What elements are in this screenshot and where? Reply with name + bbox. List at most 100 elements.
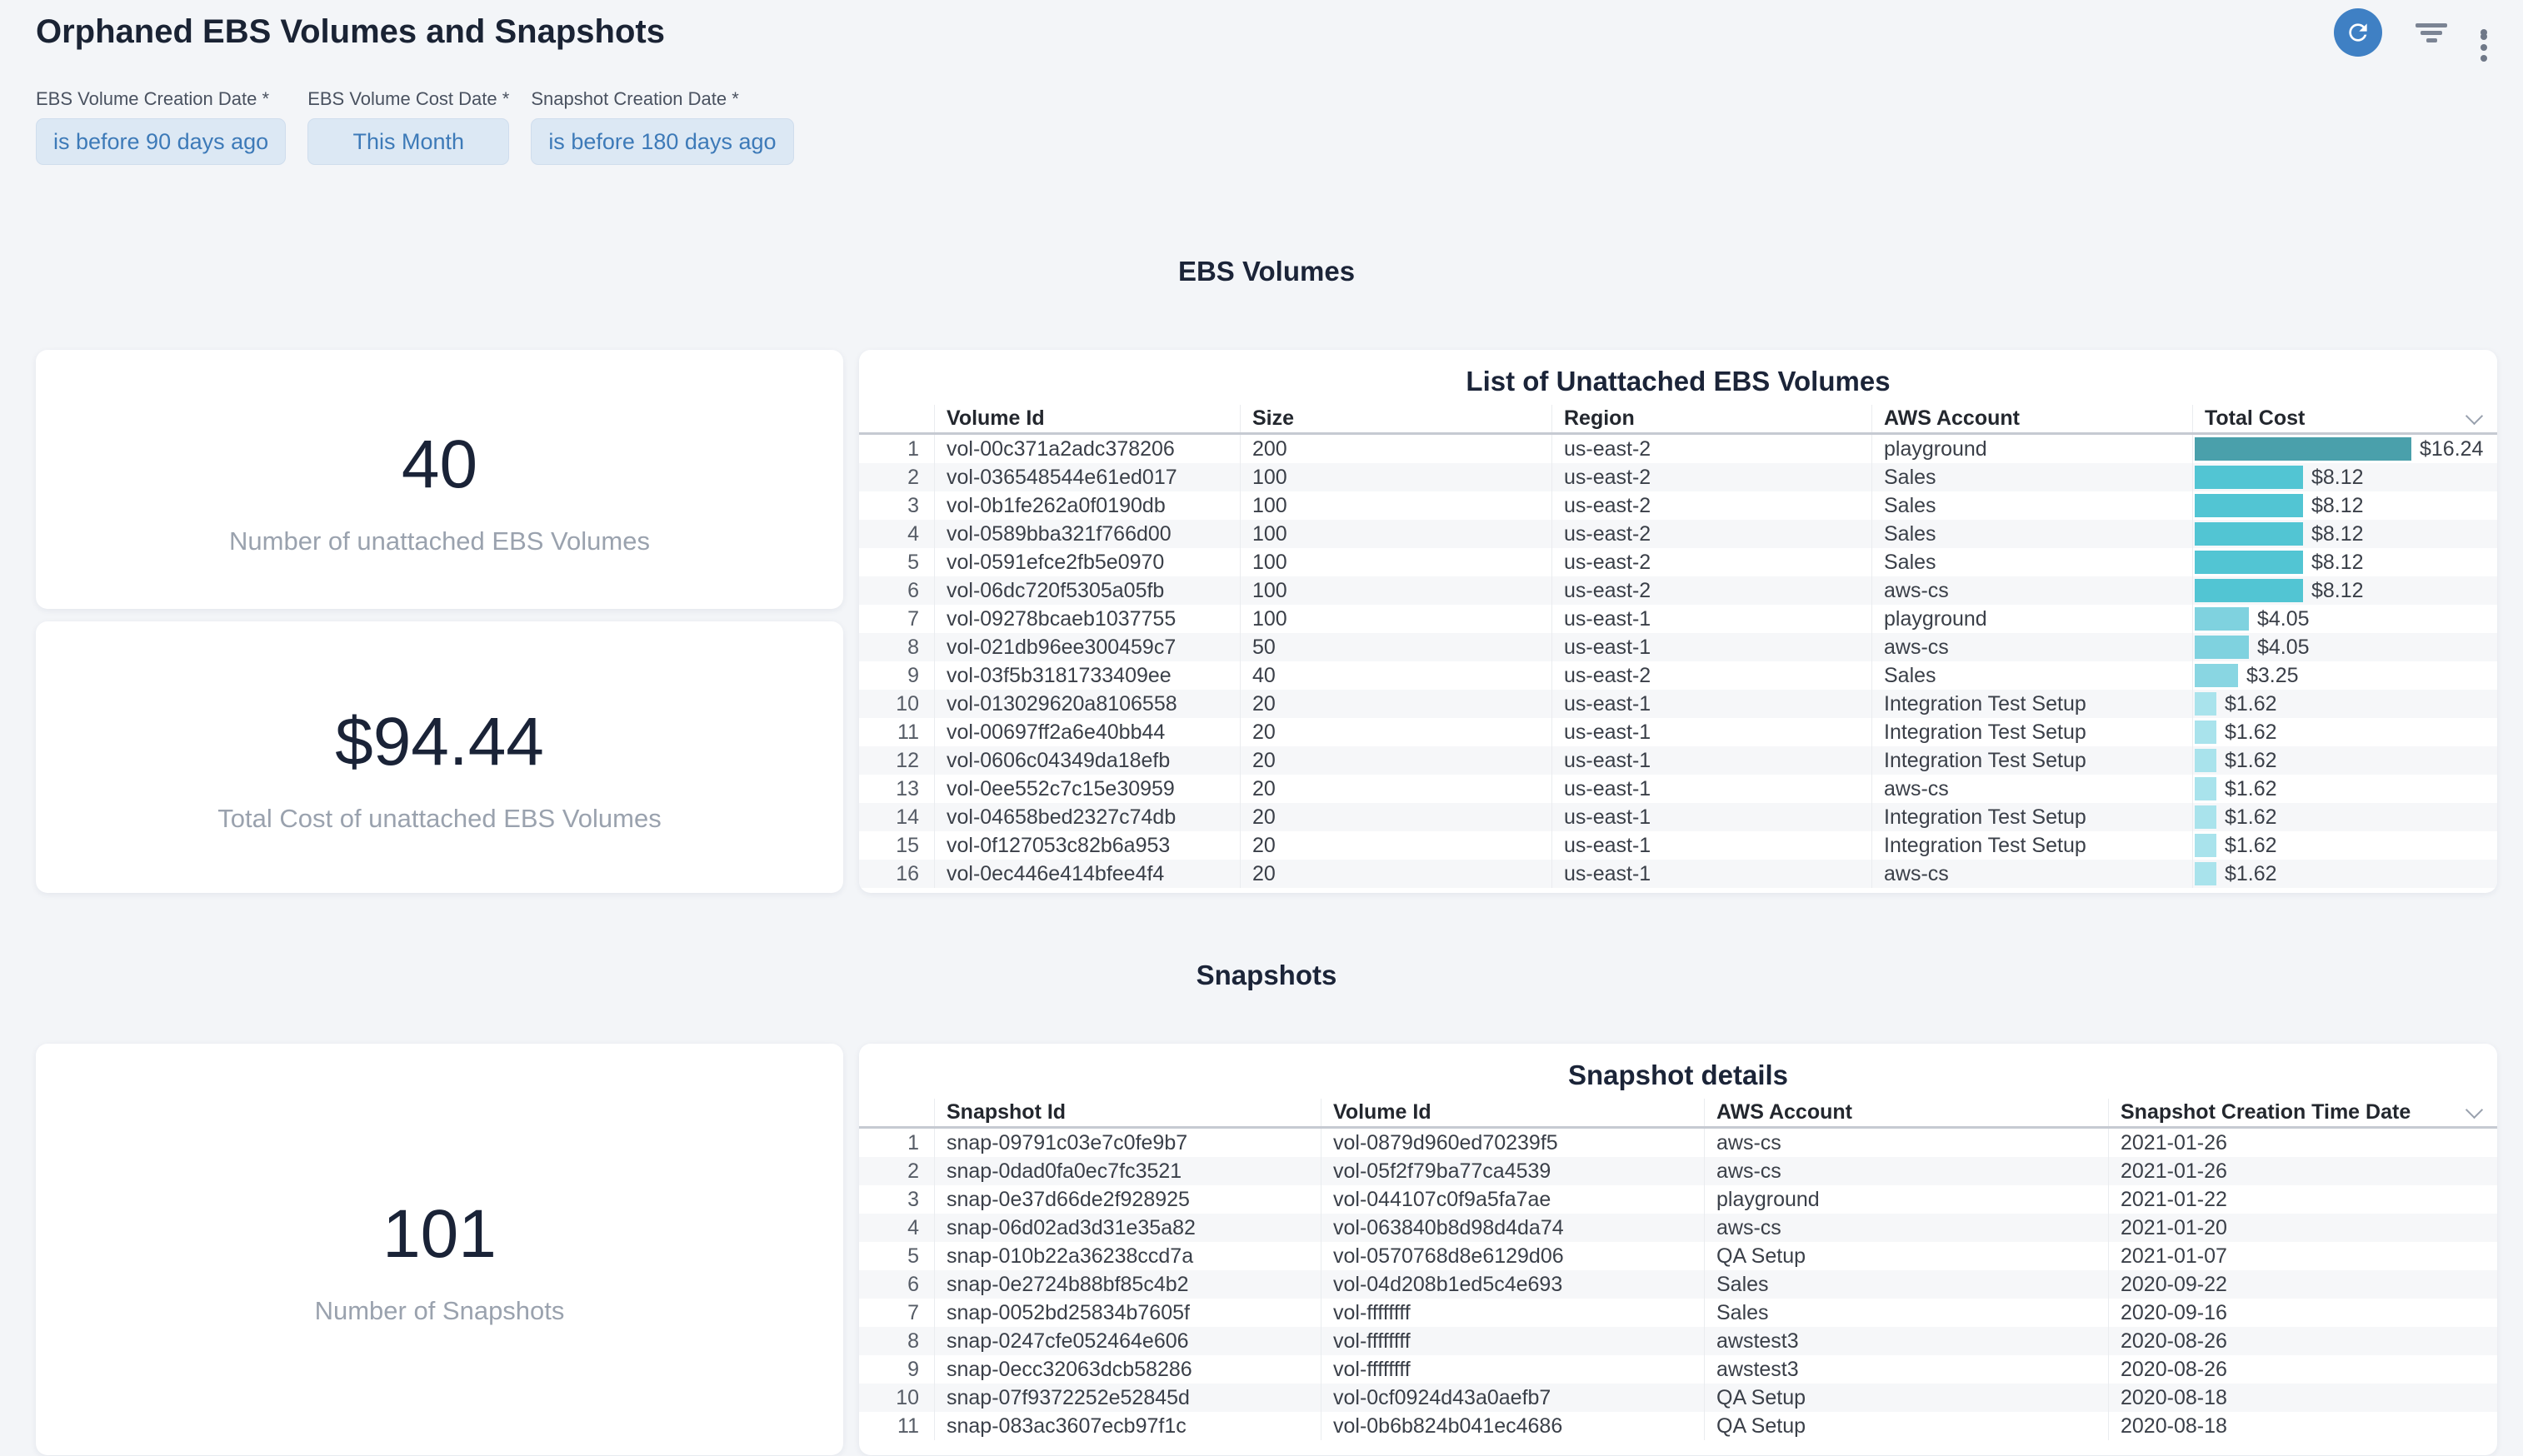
column-header[interactable]: AWS Account	[1704, 1099, 2108, 1126]
column-header[interactable]: Total Cost	[2192, 405, 2497, 432]
cell-region: us-east-1	[1551, 746, 1871, 775]
cell-aws-account: Integration Test Setup	[1871, 718, 2192, 746]
row-number: 1	[859, 1129, 934, 1157]
filter-button[interactable]	[2416, 8, 2447, 57]
unattached-count-label: Number of unattached EBS Volumes	[229, 526, 650, 556]
column-header[interactable]: AWS Account	[1871, 405, 2192, 432]
filter-icon	[2416, 20, 2447, 46]
cell-aws-account: aws-cs	[1704, 1214, 2108, 1242]
cell-volume-id: vol-0ec446e414bfee4f4	[934, 860, 1240, 888]
cost-value-label: $16.24	[2420, 435, 2483, 463]
cost-value-label: $1.62	[2225, 718, 2277, 746]
filter-group: Snapshot Creation Date * is before 180 da…	[531, 88, 793, 165]
cell-total-cost: $1.62	[2192, 718, 2497, 746]
column-header[interactable]: Volume Id	[1321, 1099, 1704, 1126]
cell-size: 20	[1240, 746, 1551, 775]
row-number: 10	[859, 1384, 934, 1412]
cell-volume-id: vol-063840b8d98d4da74	[1321, 1214, 1704, 1242]
row-number: 11	[859, 718, 934, 746]
filter-chip[interactable]: is before 90 days ago	[36, 118, 286, 165]
cell-aws-account: QA Setup	[1704, 1384, 2108, 1412]
cell-size: 100	[1240, 491, 1551, 520]
cell-aws-account: aws-cs	[1871, 860, 2192, 888]
cell-snapshot-id: snap-010b22a36238ccd7a	[934, 1242, 1321, 1270]
table-row: 5snap-010b22a36238ccd7avol-0570768d8e612…	[859, 1242, 2497, 1270]
cell-aws-account: playground	[1871, 435, 2192, 463]
column-header[interactable]: Region	[1551, 405, 1871, 432]
table-header-gutter	[859, 405, 934, 432]
column-header[interactable]: Size	[1240, 405, 1551, 432]
column-header[interactable]: Volume Id	[934, 405, 1240, 432]
ebs-volumes-row: 40 Number of unattached EBS Volumes $94.…	[36, 350, 2497, 893]
cell-total-cost: $4.05	[2192, 633, 2497, 661]
cell-total-cost: $8.12	[2192, 491, 2497, 520]
cost-value-label: $1.62	[2225, 746, 2277, 775]
card-snapshot-count: 101 Number of Snapshots	[36, 1044, 843, 1455]
snapshot-count-label: Number of Snapshots	[315, 1296, 565, 1326]
cost-value-label: $8.12	[2311, 463, 2364, 491]
cell-size: 20	[1240, 718, 1551, 746]
cost-bar	[2195, 579, 2303, 602]
cell-region: us-east-1	[1551, 633, 1871, 661]
cell-region: us-east-1	[1551, 690, 1871, 718]
cell-aws-account: Sales	[1871, 548, 2192, 576]
row-number: 6	[859, 576, 934, 605]
cell-total-cost: $8.12	[2192, 463, 2497, 491]
table-row: 6snap-0e2724b88bf85c4b2vol-04d208b1ed5c4…	[859, 1270, 2497, 1299]
section-heading-snapshots: Snapshots	[36, 957, 2497, 994]
row-number: 16	[859, 860, 934, 888]
cell-snapshot-id: snap-083ac3607ecb97f1c	[934, 1412, 1321, 1440]
cell-size: 200	[1240, 435, 1551, 463]
table-row: 9snap-0ecc32063dcb58286vol-ffffffffawste…	[859, 1355, 2497, 1384]
row-number: 7	[859, 1299, 934, 1327]
filter-label: Snapshot Creation Date *	[531, 88, 793, 110]
refresh-icon	[2345, 19, 2371, 46]
cost-value-label: $8.12	[2311, 520, 2364, 548]
table-row: 4snap-06d02ad3d31e35a82vol-063840b8d98d4…	[859, 1214, 2497, 1242]
row-number: 9	[859, 661, 934, 690]
card-unattached-count: 40 Number of unattached EBS Volumes	[36, 350, 843, 609]
filter-chip[interactable]: This Month	[307, 118, 509, 165]
menu-button[interactable]	[2481, 8, 2487, 57]
refresh-button[interactable]	[2334, 8, 2382, 57]
volumes-table-card: List of Unattached EBS Volumes Volume Id…	[859, 350, 2497, 893]
cost-value-label: $1.62	[2225, 690, 2277, 718]
cell-volume-id: vol-ffffffff	[1321, 1355, 1704, 1384]
cell-region: us-east-2	[1551, 548, 1871, 576]
card-total-cost: $94.44 Total Cost of unattached EBS Volu…	[36, 621, 843, 893]
cell-aws-account: awstest3	[1704, 1355, 2108, 1384]
cell-size: 40	[1240, 661, 1551, 690]
cell-aws-account: QA Setup	[1704, 1412, 2108, 1440]
cell-total-cost: $1.62	[2192, 803, 2497, 831]
snapshots-table-header: Snapshot IdVolume IdAWS AccountSnapshot …	[859, 1099, 2497, 1129]
cost-value-label: $4.05	[2257, 633, 2310, 661]
cell-aws-account: Sales	[1871, 463, 2192, 491]
cell-size: 100	[1240, 520, 1551, 548]
table-row: 13vol-0ee552c7c15e3095920us-east-1aws-cs…	[859, 775, 2497, 803]
cell-aws-account: Sales	[1704, 1270, 2108, 1299]
cell-aws-account: Integration Test Setup	[1871, 746, 2192, 775]
cost-bar	[2195, 862, 2216, 885]
cost-bar	[2195, 805, 2216, 829]
cell-volume-id: vol-03f5b3181733409ee	[934, 661, 1240, 690]
cell-aws-account: Sales	[1871, 491, 2192, 520]
column-header[interactable]: Snapshot Id	[934, 1099, 1321, 1126]
unattached-count-value: 40	[402, 425, 477, 505]
filter-chip[interactable]: is before 180 days ago	[531, 118, 793, 165]
cost-bar	[2195, 749, 2216, 772]
cell-snapshot-creation-date: 2020-08-26	[2108, 1327, 2497, 1355]
cost-bar	[2195, 721, 2216, 744]
cell-total-cost: $4.05	[2192, 605, 2497, 633]
row-number: 3	[859, 491, 934, 520]
cell-volume-id: vol-0b1fe262a0f0190db	[934, 491, 1240, 520]
cost-value-label: $4.05	[2257, 605, 2310, 633]
table-row: 15vol-0f127053c82b6a95320us-east-1Integr…	[859, 831, 2497, 860]
cell-aws-account: aws-cs	[1871, 775, 2192, 803]
cost-bar	[2195, 834, 2216, 857]
cell-region: us-east-2	[1551, 520, 1871, 548]
row-number: 8	[859, 633, 934, 661]
cost-value-label: $1.62	[2225, 860, 2277, 888]
row-number: 13	[859, 775, 934, 803]
column-header[interactable]: Snapshot Creation Time Date	[2108, 1099, 2497, 1126]
table-row: 7snap-0052bd25834b7605fvol-ffffffffSales…	[859, 1299, 2497, 1327]
